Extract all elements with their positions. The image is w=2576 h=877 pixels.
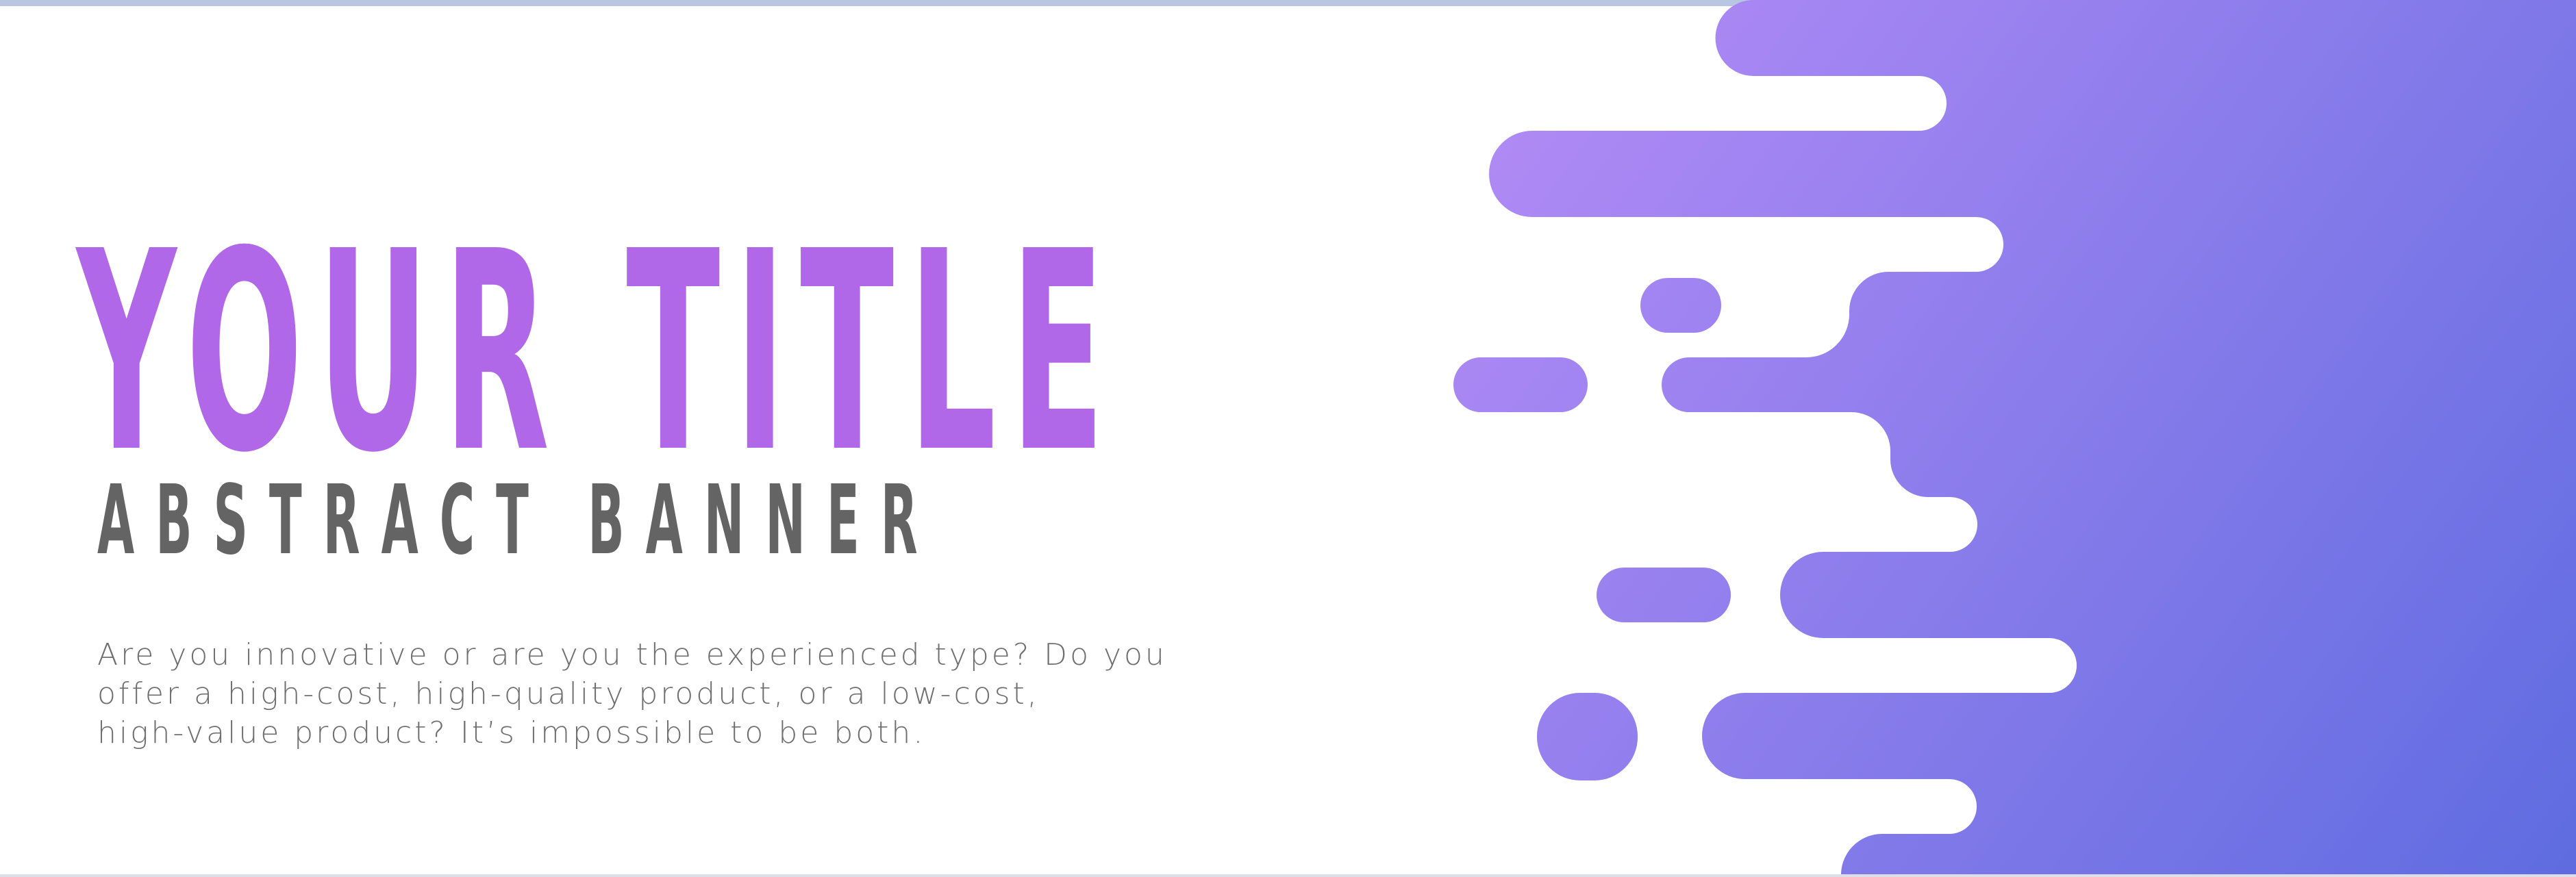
abstract-pill-shape bbox=[1640, 278, 1721, 333]
abstract-pill-shape bbox=[1597, 568, 1731, 622]
body-line: high-value product? It’s impossible to b… bbox=[97, 715, 926, 750]
body-line: offer a high-cost, high-quality product,… bbox=[97, 676, 1040, 711]
body-line: Are you innovative or are you the experi… bbox=[97, 637, 1167, 672]
abstract-pill-shape bbox=[1537, 693, 1638, 780]
bottom-edge-strip bbox=[0, 874, 2576, 877]
banner-subtitle: ABSTRACT BANNER bbox=[97, 465, 939, 576]
abstract-pill-shape bbox=[1453, 357, 1588, 412]
banner-body-text: Are you innovative or are you the experi… bbox=[97, 635, 1193, 752]
banner-title: YOUR TITLE bbox=[77, 192, 1119, 513]
abstract-flow-shape bbox=[1489, 0, 2576, 877]
abstract-banner: YOUR TITLE ABSTRACT BANNER Are you innov… bbox=[0, 0, 2576, 877]
